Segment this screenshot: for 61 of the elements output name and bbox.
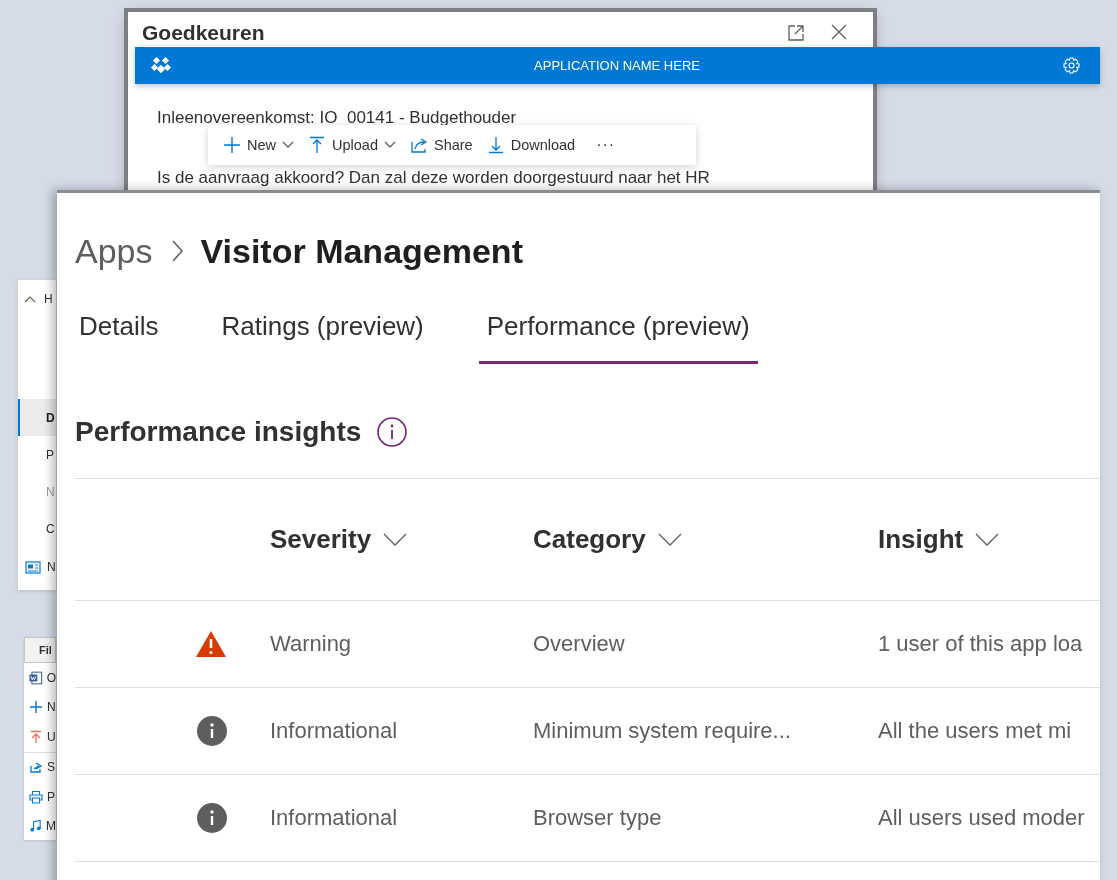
- column-header[interactable]: Insight: [878, 524, 1000, 555]
- warning-icon: [195, 630, 227, 658]
- document-icon: [29, 670, 43, 685]
- settings-icon[interactable]: [1063, 57, 1080, 74]
- dialog-subtitle: Inleenovereenkomst: IO_00141 - Budgethouder: [157, 108, 518, 128]
- table-cell: All users used moder: [878, 805, 1085, 830]
- menu-item[interactable]: U: [24, 722, 56, 752]
- column-header[interactable]: Severity: [270, 524, 408, 555]
- menu-item[interactable]: M: [24, 811, 56, 841]
- column-header[interactable]: Category: [533, 524, 682, 555]
- download-icon: [486, 136, 505, 154]
- chevron-down-icon: [975, 532, 1000, 547]
- info-icon: [197, 803, 227, 833]
- menu-item[interactable]: N: [24, 692, 56, 722]
- upload-icon: [29, 729, 43, 744]
- menu-item[interactable]: P: [24, 782, 56, 812]
- info-icon: [197, 716, 227, 746]
- tab[interactable]: Ratings (preview): [213, 311, 432, 364]
- app-title: APPLICATION NAME HERE: [533, 58, 701, 73]
- command-button[interactable]: Upload: [303, 132, 401, 158]
- chevron-down-icon: [383, 532, 408, 547]
- section-title: Performance insights: [75, 416, 362, 448]
- command-button[interactable]: Download: [481, 132, 581, 158]
- table-cell: Informational: [270, 805, 398, 830]
- newspaper-icon: [25, 560, 41, 574]
- dialog-title: Goedkeuren: [142, 21, 266, 45]
- dialog-message: Is de aanvraag akkoord? Dan zal deze worden doorgestuurd naar het HR: [157, 168, 711, 188]
- menu-item[interactable]: O: [24, 663, 56, 693]
- popout-icon[interactable]: [787, 24, 805, 42]
- nav-item[interactable]: N: [18, 547, 56, 587]
- command-button[interactable]: Share: [404, 132, 478, 158]
- plus-icon: [223, 136, 241, 154]
- table-cell: Overview: [533, 631, 625, 656]
- page-title: Visitor Management: [200, 231, 523, 271]
- plus-icon: [29, 700, 43, 715]
- printer-icon: [29, 789, 43, 804]
- more-button[interactable]: ···: [584, 132, 621, 158]
- file-tab[interactable]: Fil: [24, 637, 56, 663]
- table-cell: Minimum system require...: [533, 718, 791, 743]
- table-cell: Warning: [270, 631, 352, 656]
- chevron-right-icon: [170, 240, 183, 262]
- chevron-down-icon: [657, 532, 682, 547]
- tab[interactable]: Details: [71, 311, 167, 364]
- table-cell: Informational: [270, 718, 398, 743]
- logo-icon: [151, 56, 171, 75]
- command-button[interactable]: New: [218, 132, 299, 158]
- info-icon[interactable]: [377, 417, 408, 447]
- share-icon: [29, 760, 43, 775]
- nav-item[interactable]: D: [18, 399, 56, 436]
- music-note-icon: [29, 819, 42, 834]
- table-cell: Browser type: [533, 805, 662, 830]
- nav-header[interactable]: H: [18, 288, 56, 310]
- table-cell: 1 user of this app loa: [878, 631, 1083, 656]
- table-cell: All the users met mi: [878, 718, 1072, 743]
- nav-item[interactable]: C: [18, 510, 56, 547]
- share-icon: [409, 136, 428, 154]
- breadcrumb-link[interactable]: Apps: [75, 231, 153, 271]
- upload-icon: [308, 136, 326, 154]
- close-icon[interactable]: [831, 24, 847, 40]
- tab[interactable]: Performance (preview): [478, 311, 758, 364]
- nav-item[interactable]: P: [18, 436, 56, 473]
